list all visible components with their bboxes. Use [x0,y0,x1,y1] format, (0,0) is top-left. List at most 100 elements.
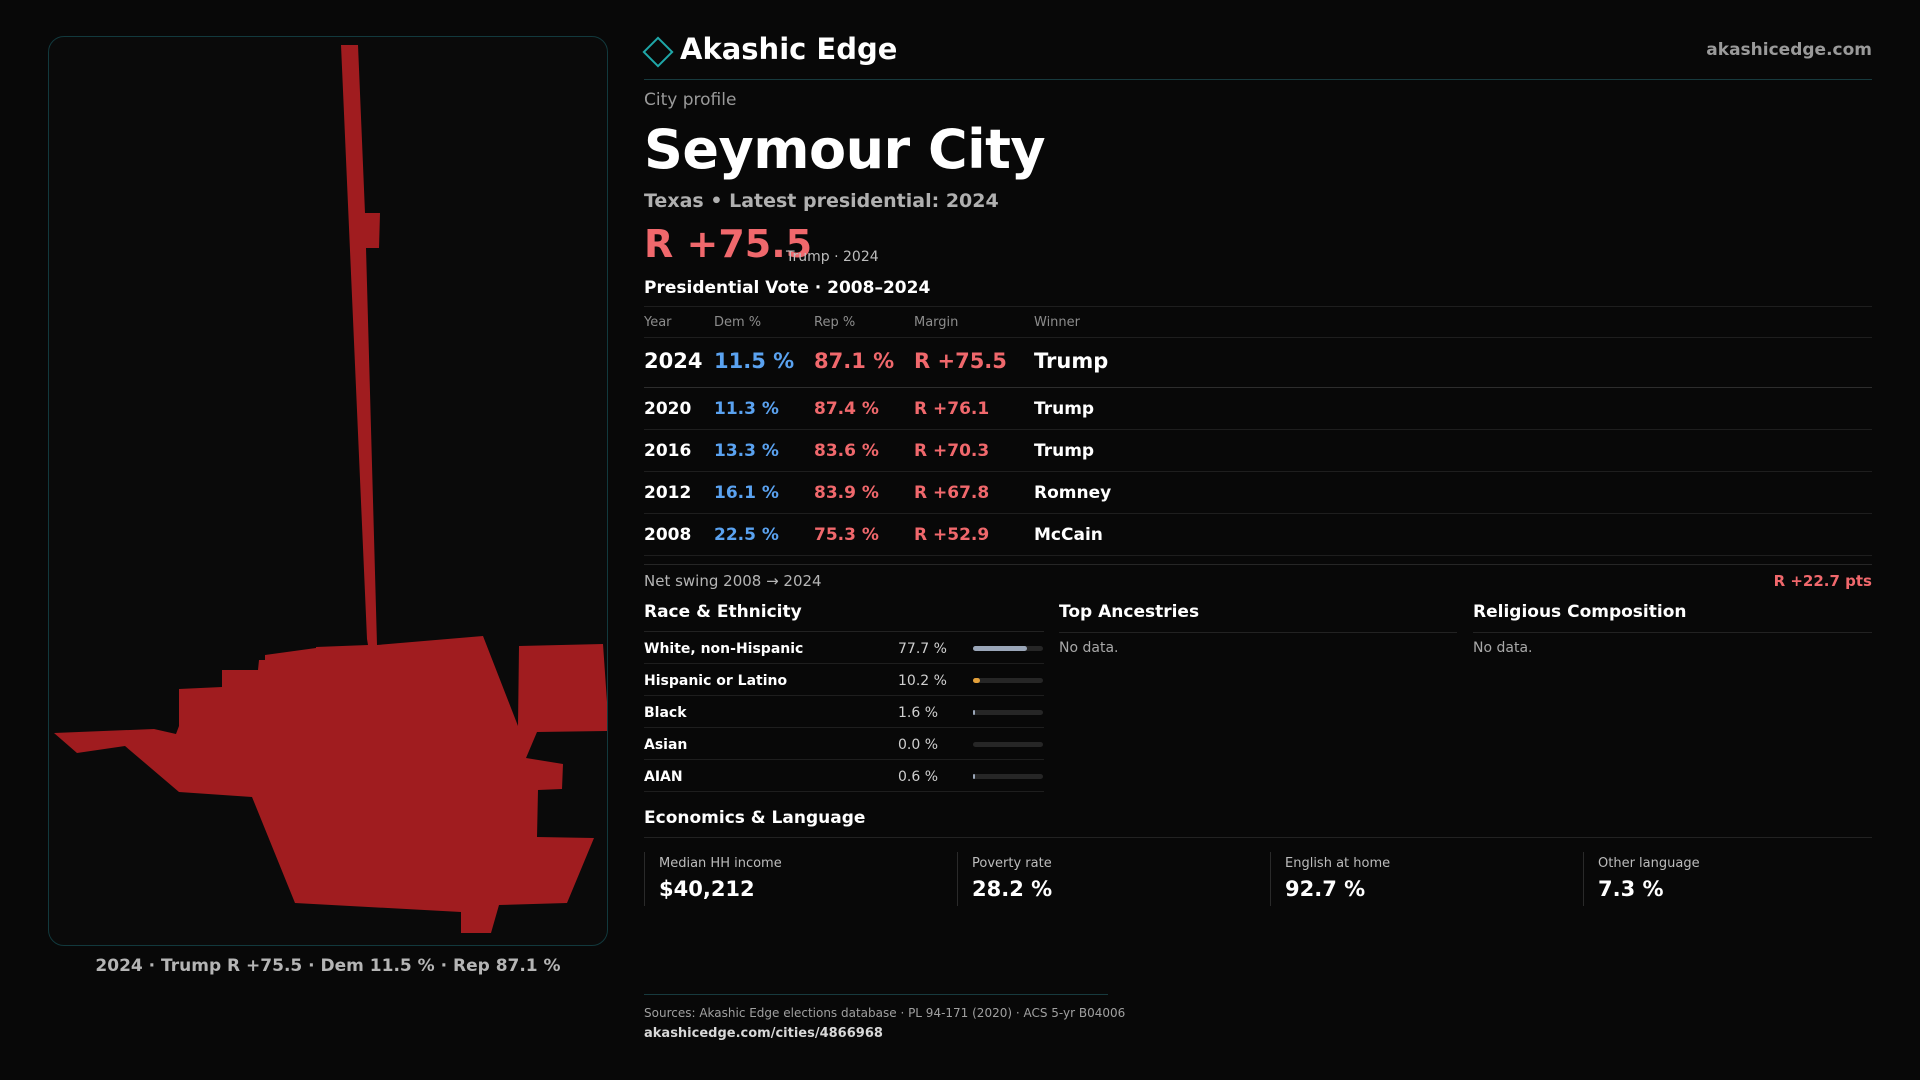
cell-winner: Trump [1034,399,1095,419]
race-list: White, non-Hispanic 77.7 % Hispanic or Lat… [644,632,1044,792]
divider [644,837,1872,838]
page-kicker: City profile [644,90,737,110]
latest-margin-note: Trump · 2024 [786,249,879,265]
cell-dem: 16.1 % [714,483,779,503]
stat-label: Median HH income [659,856,782,871]
race-pct: 0.6 % [898,769,939,785]
table-row: 2020 11.3 % 87.4 % R +76.1 Trump [644,388,1872,430]
city-profile-panel: Akashic Edge akashicedge.com City profil… [642,0,1872,1080]
race-row: Hispanic or Latino 10.2 % [644,664,1044,696]
col-dem: Dem % [714,315,762,330]
cell-rep: 87.1 % [814,349,895,373]
vote-table-body: 2024 11.5 % 87.1 % R +75.5 Trump 2020 11.3 % 87… [644,338,1872,556]
race-pct: 1.6 % [898,705,939,721]
city-map[interactable] [48,36,608,946]
stat-english-at-home: English at home 92.7 % [1270,852,1570,906]
stat-median-income: Median HH income $40,212 [644,852,944,906]
race-bar-fill [973,710,975,715]
col-rep: Rep % [814,315,856,330]
race-pct: 77.7 % [898,641,947,657]
cell-year: 2008 [644,525,692,545]
race-pct: 10.2 % [898,673,947,689]
cell-margin: R +67.8 [914,483,990,503]
cell-margin: R +70.3 [914,441,990,461]
stat-label: Other language [1598,856,1700,871]
race-bar-fill [973,678,981,683]
race-name: AIAN [644,769,683,785]
site-link[interactable]: akashicedge.com [1706,40,1872,60]
cell-year: 2012 [644,483,692,503]
cell-winner: Trump [1034,441,1095,461]
city-boundary-polygon [54,45,607,933]
cell-rep: 83.9 % [814,483,879,503]
col-margin: Margin [914,315,959,330]
economics-heading: Economics & Language [644,808,866,828]
divider [1473,632,1872,633]
cell-rep: 75.3 % [814,525,879,545]
cell-year: 2020 [644,399,692,419]
cell-year: 2016 [644,441,692,461]
cell-dem: 13.3 % [714,441,779,461]
cell-margin: R +75.5 [914,349,1007,373]
cell-dem: 11.5 % [714,349,795,373]
race-pct: 0.0 % [898,737,939,753]
cell-rep: 83.6 % [814,441,879,461]
sources-note: Sources: Akashic Edge elections database… [644,1006,1126,1020]
col-year: Year [644,315,672,330]
brand-name[interactable]: Akashic Edge [680,32,897,66]
cell-winner: Romney [1034,483,1112,503]
stat-label: Poverty rate [972,856,1052,871]
table-row: 2008 22.5 % 75.3 % R +52.9 McCain [644,514,1872,556]
vote-table: Year Dem % Rep % Margin Winner 2024 11.5 … [644,306,1872,556]
race-row: Asian 0.0 % [644,728,1044,760]
divider [644,994,1108,995]
cell-dem: 11.3 % [714,399,779,419]
divider [644,564,1872,565]
city-boundary-shape [54,45,607,933]
cell-year: 2024 [644,349,703,373]
stat-poverty-rate: Poverty rate 28.2 % [957,852,1257,906]
stat-value: 7.3 % [1598,877,1664,901]
cell-rep: 87.4 % [814,399,879,419]
race-row: AIAN 0.6 % [644,760,1044,792]
race-bar-fill [973,646,1028,651]
diamond-logo-icon [642,36,674,68]
stat-other-language: Other language 7.3 % [1583,852,1883,906]
cell-winner: Trump [1034,349,1109,373]
net-swing-value: R +22.7 pts [1773,572,1872,590]
col-winner: Winner [1034,315,1081,330]
cell-margin: R +76.1 [914,399,990,419]
stat-label: English at home [1285,856,1391,871]
stat-value: $40,212 [659,877,755,901]
vote-heading: Presidential Vote · 2008–2024 [644,278,931,298]
page-url-link[interactable]: akashicedge.com/cities/4866968 [644,1026,883,1041]
religion-empty: No data. [1473,640,1533,656]
economics-stats: Median HH income $40,212 Poverty rate 28… [644,852,1872,908]
race-name: White, non-Hispanic [644,641,804,657]
race-name: Black [644,705,687,721]
header: Akashic Edge akashicedge.com [642,30,1872,80]
race-bar-track [973,678,1043,683]
ancestry-heading: Top Ancestries [1059,602,1200,622]
table-row: 2024 11.5 % 87.1 % R +75.5 Trump [644,338,1872,388]
race-name: Hispanic or Latino [644,673,788,689]
map-caption: 2024 · Trump R +75.5 · Dem 11.5 % · Rep … [95,956,561,976]
race-name: Asian [644,737,688,753]
stat-value: 28.2 % [972,877,1053,901]
ancestry-empty: No data. [1059,640,1119,656]
page-subtitle: Texas • Latest presidential: 2024 [644,190,999,212]
vote-table-header: Year Dem % Rep % Margin Winner [644,306,1872,338]
race-bar-track [973,774,1043,779]
race-bar-track [973,710,1043,715]
race-row: Black 1.6 % [644,696,1044,728]
cell-winner: McCain [1034,525,1103,545]
table-row: 2012 16.1 % 83.9 % R +67.8 Romney [644,472,1872,514]
divider [1059,632,1457,633]
net-swing-label: Net swing 2008 → 2024 [644,572,822,590]
religion-heading: Religious Composition [1473,602,1687,622]
race-bar-fill [973,774,975,779]
race-bar-track [973,646,1043,651]
page-title: Seymour City [644,118,1046,181]
race-heading: Race & Ethnicity [644,602,802,622]
cell-dem: 22.5 % [714,525,779,545]
